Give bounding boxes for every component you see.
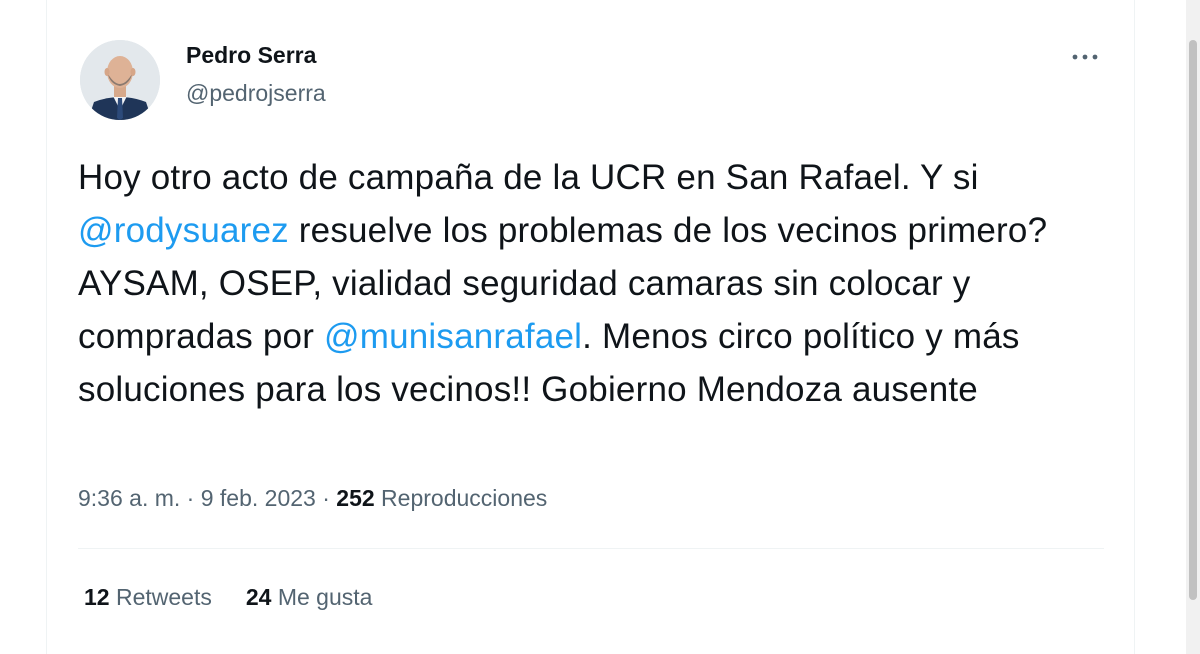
retweets-stat[interactable]: 12 Retweets — [84, 584, 212, 611]
mention-link-rodysuarez[interactable]: @rodysuarez — [78, 211, 289, 250]
views-count: 252 — [336, 485, 375, 511]
tweet-text-segment: Hoy otro acto de campaña de la UCR en Sa… — [78, 158, 979, 197]
tweet-stats: 12 Retweets 24 Me gusta — [84, 584, 406, 611]
more-options-button[interactable] — [1060, 40, 1110, 74]
views-label: Reproducciones — [374, 485, 548, 511]
retweets-label: Retweets — [109, 584, 212, 610]
tweet-text: Hoy otro acto de campaña de la UCR en Sa… — [78, 151, 1118, 416]
avatar-photo — [80, 40, 160, 120]
meta-separator: · — [315, 485, 337, 511]
tweet-date-link[interactable]: 9 feb. 2023 — [201, 485, 316, 511]
scrollbar[interactable] — [1186, 0, 1200, 654]
author-handle[interactable]: @pedrojserra — [186, 80, 326, 107]
likes-label: Me gusta — [271, 584, 373, 610]
avatar[interactable] — [80, 40, 160, 120]
mention-link-munisanrafael[interactable]: @munisanrafael — [324, 317, 582, 356]
tweet-time-link[interactable]: 9:36 a. m. — [78, 485, 180, 511]
author-name[interactable]: Pedro Serra — [186, 42, 316, 69]
likes-count: 24 — [245, 584, 272, 610]
divider — [78, 548, 1104, 549]
meta-separator: · — [180, 485, 201, 511]
likes-stat[interactable]: 24 Me gusta — [246, 584, 373, 611]
page: Pedro Serra @pedrojserra Hoy otro acto d… — [0, 0, 1200, 654]
more-horizontal-icon — [1072, 54, 1098, 60]
scrollbar-thumb[interactable] — [1189, 40, 1197, 600]
retweets-count: 12 — [84, 584, 110, 610]
tweet-meta: 9:36 a. m. · 9 feb. 2023 · 252 Reproducc… — [78, 485, 547, 512]
